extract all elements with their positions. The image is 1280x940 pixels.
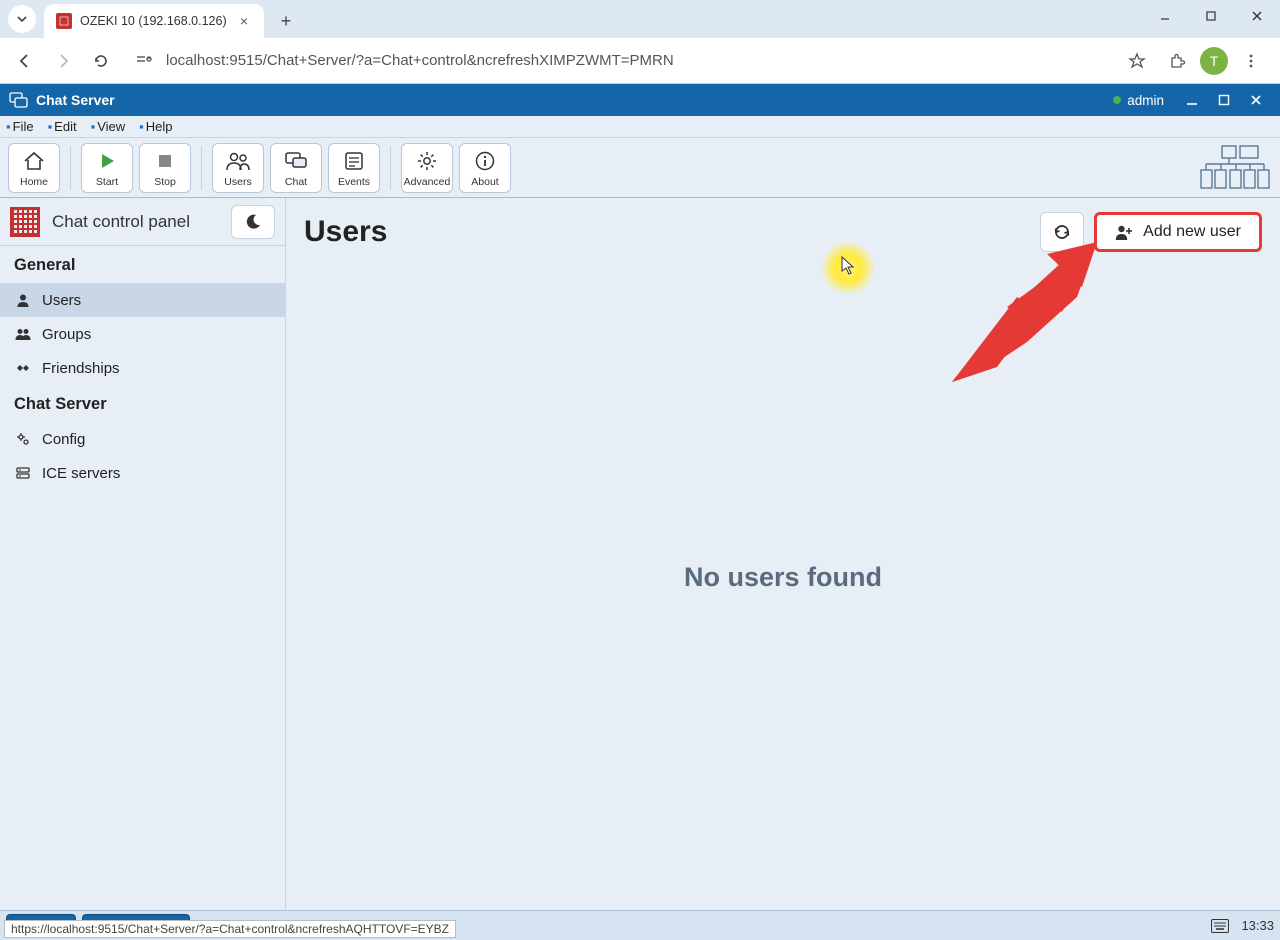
- sidebar-section-general: General: [0, 246, 285, 283]
- sidebar-logo-icon: [10, 207, 40, 237]
- toolbar-separator: [201, 146, 202, 190]
- tool-events-button[interactable]: Events: [328, 143, 380, 193]
- tab-close-icon[interactable]: ×: [236, 13, 252, 29]
- refresh-icon: [1052, 222, 1072, 242]
- app-close-button[interactable]: [1240, 86, 1272, 114]
- window-maximize-button[interactable]: [1188, 0, 1234, 32]
- window-close-button[interactable]: [1234, 0, 1280, 32]
- user-plus-icon: [1115, 224, 1133, 240]
- tool-home-button[interactable]: Home: [8, 143, 60, 193]
- keyboard-icon[interactable]: [1211, 919, 1229, 933]
- app-titlebar: Chat Server admin: [0, 84, 1280, 116]
- site-info-icon[interactable]: [132, 49, 156, 73]
- browser-tabbar: OZEKI 10 (192.168.0.126) × +: [0, 0, 1280, 38]
- nav-reload-button[interactable]: [84, 44, 118, 78]
- toolbar: Home Start Stop Users Chat Events Advanc…: [0, 138, 1280, 198]
- moon-icon: [244, 213, 262, 231]
- cogs-icon: [14, 432, 32, 446]
- window-minimize-button[interactable]: [1142, 0, 1188, 32]
- tool-stop-button[interactable]: Stop: [139, 143, 191, 193]
- server-icon: [14, 466, 32, 480]
- tool-about-button[interactable]: About: [459, 143, 511, 193]
- menu-view[interactable]: ▪View: [91, 119, 126, 134]
- page-title: Users: [304, 215, 1040, 249]
- refresh-button[interactable]: [1040, 212, 1084, 252]
- status-dot-icon: [1113, 96, 1121, 104]
- app-minimize-button[interactable]: [1176, 86, 1208, 114]
- sidebar: Chat control panel General Users Groups …: [0, 198, 286, 910]
- browser-urlbar: localhost:9515/Chat+Server/?a=Chat+contr…: [0, 38, 1280, 84]
- browser-menu-icon[interactable]: [1234, 44, 1268, 78]
- tool-chat-button[interactable]: Chat: [270, 143, 322, 193]
- nav-back-button[interactable]: [8, 44, 42, 78]
- chat-icon: [284, 148, 308, 174]
- info-icon: [474, 148, 496, 174]
- events-icon: [343, 148, 365, 174]
- play-icon: [96, 148, 118, 174]
- group-icon: [14, 328, 32, 340]
- tool-users-button[interactable]: Users: [212, 143, 264, 193]
- theme-toggle-button[interactable]: [231, 205, 275, 239]
- tool-advanced-button[interactable]: Advanced: [401, 143, 453, 193]
- user-name: admin: [1127, 93, 1164, 108]
- sidebar-header: Chat control panel: [0, 198, 285, 246]
- add-new-user-button[interactable]: Add new user: [1094, 212, 1262, 252]
- user-badge[interactable]: admin: [1113, 93, 1164, 108]
- user-icon: [14, 293, 32, 307]
- url-text[interactable]: localhost:9515/Chat+Server/?a=Chat+contr…: [166, 52, 674, 69]
- sidebar-item-ice-servers[interactable]: ICE servers: [0, 456, 285, 490]
- sidebar-section-chat-server: Chat Server: [0, 385, 285, 422]
- menu-help[interactable]: ▪Help: [139, 119, 172, 134]
- tool-start-button[interactable]: Start: [81, 143, 133, 193]
- home-icon: [22, 148, 46, 174]
- taskbar-clock[interactable]: 13:33: [1241, 918, 1274, 933]
- status-bar-url: https://localhost:9515/Chat+Server/?a=Ch…: [4, 920, 456, 938]
- app-maximize-button[interactable]: [1208, 86, 1240, 114]
- empty-state-message: No users found: [304, 562, 1262, 593]
- extensions-icon[interactable]: [1160, 44, 1194, 78]
- sidebar-item-users[interactable]: Users: [0, 283, 285, 317]
- browser-tab[interactable]: OZEKI 10 (192.168.0.126) ×: [44, 4, 264, 38]
- sidebar-item-friendships[interactable]: Friendships: [0, 351, 285, 385]
- users-icon: [225, 148, 251, 174]
- menubar: ▪File ▪Edit ▪View ▪Help: [0, 116, 1280, 138]
- menu-edit[interactable]: ▪Edit: [48, 119, 77, 134]
- profile-avatar[interactable]: T: [1200, 47, 1228, 75]
- sidebar-item-config[interactable]: Config: [0, 422, 285, 456]
- handshake-icon: [14, 362, 32, 374]
- server-rack-icon: [1200, 144, 1270, 192]
- tab-favicon-icon: [56, 13, 72, 29]
- tab-search-button[interactable]: [8, 5, 36, 33]
- gear-icon: [416, 148, 438, 174]
- stop-icon: [155, 148, 175, 174]
- sidebar-item-groups[interactable]: Groups: [0, 317, 285, 351]
- add-user-label: Add new user: [1143, 223, 1241, 241]
- nav-forward-button[interactable]: [46, 44, 80, 78]
- new-tab-button[interactable]: +: [272, 7, 300, 35]
- content-area: Users Add new user No users found: [286, 198, 1280, 910]
- bookmark-icon[interactable]: [1120, 44, 1154, 78]
- sidebar-title: Chat control panel: [52, 212, 219, 232]
- app-title: Chat Server: [36, 92, 1113, 108]
- menu-file[interactable]: ▪File: [6, 119, 34, 134]
- app-icon: [8, 90, 28, 110]
- toolbar-separator: [390, 146, 391, 190]
- toolbar-separator: [70, 146, 71, 190]
- tab-title: OZEKI 10 (192.168.0.126): [80, 14, 228, 28]
